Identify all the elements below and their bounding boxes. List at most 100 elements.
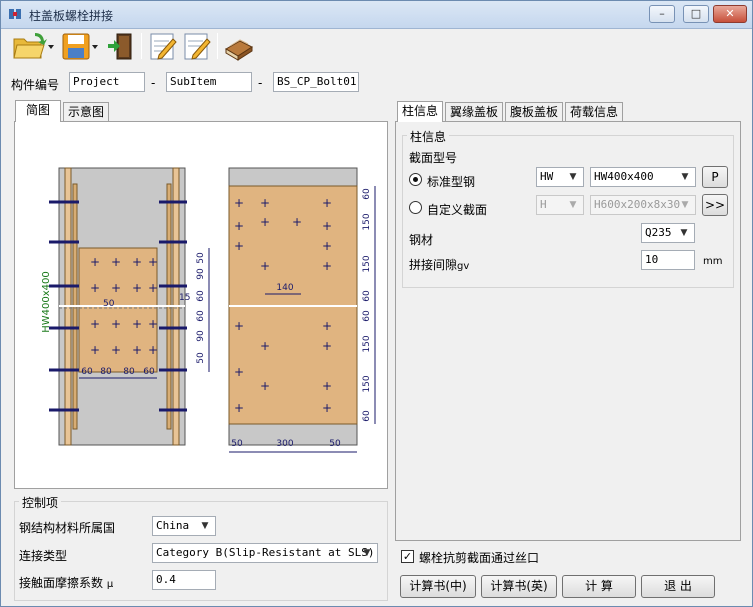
member-name-input[interactable]: BS_CP_Bolt01 (273, 72, 359, 92)
friction-label-text: 接触面摩擦系数 (19, 576, 104, 590)
save-icon[interactable] (59, 31, 103, 61)
shear-thread-label: 螺栓抗剪截面通过丝口 (419, 551, 540, 565)
tab-column-info[interactable]: 柱信息 (397, 101, 443, 122)
main-window: 柱盖板螺栓拼接 – □ ✕ 构件编号 Project - SubItem - B… (0, 0, 753, 607)
side-dim: 15 (179, 293, 190, 303)
svg-text:+: + (234, 239, 244, 253)
custom-section-radio[interactable] (409, 201, 422, 214)
svg-text:+: + (322, 239, 332, 253)
open-folder-icon[interactable] (11, 31, 55, 61)
svg-text:+: + (132, 281, 142, 295)
toolbar (1, 29, 752, 65)
gap-label-text: 拼接间隙 (409, 258, 458, 272)
column-info-group-title: 柱信息 (407, 128, 450, 145)
custom-section-button[interactable]: >> (702, 194, 728, 216)
tab-web-plate[interactable]: 腹板盖板 (505, 102, 563, 122)
svg-text:+: + (111, 281, 121, 295)
section-label: HW400x400 (41, 271, 52, 333)
chevron-down-icon: ▼ (680, 228, 688, 238)
custom-type-select[interactable]: H ▼ (536, 195, 584, 215)
svg-text:+: + (292, 215, 302, 229)
right-vdim-3: 150 (362, 255, 372, 272)
id-separator: - (258, 76, 263, 90)
connection-type-select[interactable]: Category B(Slip-Resistant at SLS) ▼ (152, 543, 378, 563)
gap-unit: mm (703, 256, 723, 267)
edit-document-icon[interactable] (181, 31, 213, 61)
section-type-label: 截面型号 (409, 151, 458, 165)
svg-text:+: + (148, 255, 158, 269)
svg-text:+: + (234, 365, 244, 379)
left-dim-3: 80 (123, 367, 135, 377)
left-vdim-5: 90 (196, 330, 206, 342)
tab-sketch[interactable]: 简图 (15, 100, 61, 122)
close-button[interactable]: ✕ (713, 5, 747, 23)
std-size-select[interactable]: HW400x400 ▼ (590, 167, 696, 187)
shear-thread-checkbox[interactable]: ✓ (401, 550, 414, 563)
svg-text:+: + (322, 379, 332, 393)
right-vdim-4: 60 (362, 290, 372, 302)
svg-text:+: + (234, 219, 244, 233)
drawing-panel: + + + + + + + + + + + + + + + + HW400x400 50 60 80 8… (14, 121, 388, 489)
svg-text:+: + (260, 259, 270, 273)
svg-text:+: + (260, 339, 270, 353)
calculate-button[interactable]: 计 算 (562, 575, 636, 598)
subitem-input[interactable]: SubItem (166, 72, 252, 92)
svg-text:+: + (90, 343, 100, 357)
project-input[interactable]: Project (69, 72, 145, 92)
right-dim-2: 300 (276, 439, 293, 449)
custom-type-value: H (540, 198, 547, 211)
svg-text:+: + (322, 196, 332, 210)
left-dim-2: 80 (100, 367, 112, 377)
toolbar-separator (141, 33, 142, 59)
small-dim: 50 (103, 299, 115, 309)
right-inner-dim: 140 (276, 283, 293, 293)
chevron-down-icon: ▼ (569, 172, 577, 182)
right-vdim-6: 150 (362, 335, 372, 352)
report-en-button[interactable]: 计算书(英) (481, 575, 557, 598)
right-vdim-5: 60 (362, 310, 372, 322)
chevron-down-icon: ▼ (681, 172, 689, 182)
report-cn-button[interactable]: 计算书(中) (400, 575, 476, 598)
svg-text:+: + (111, 255, 121, 269)
steel-select[interactable]: Q235 ▼ (641, 223, 695, 243)
std-size-value: HW400x400 (594, 170, 654, 183)
country-select[interactable]: China ▼ (152, 516, 216, 536)
svg-text:+: + (234, 319, 244, 333)
svg-text:+: + (132, 317, 142, 331)
gap-subscript: gv (457, 261, 470, 272)
help-book-icon[interactable] (223, 31, 255, 61)
svg-text:+: + (260, 215, 270, 229)
exit-door-icon[interactable] (105, 31, 137, 61)
tab-load-info[interactable]: 荷载信息 (565, 102, 623, 122)
standard-section-radio[interactable] (409, 173, 422, 186)
tab-schematic[interactable]: 示意图 (63, 102, 109, 122)
connection-type-label: 连接类型 (19, 549, 68, 563)
exit-button[interactable]: 退 出 (641, 575, 715, 598)
std-type-select[interactable]: HW ▼ (536, 167, 584, 187)
right-vdim-2: 150 (362, 213, 372, 230)
tab-flange-plate[interactable]: 翼缘盖板 (445, 102, 503, 122)
left-vdim-6: 50 (196, 352, 206, 364)
chevron-down-icon: ▼ (569, 200, 577, 210)
custom-size-select[interactable]: H600x200x8x30 ▼ (590, 195, 696, 215)
svg-text:+: + (90, 255, 100, 269)
title-bar: 柱盖板螺栓拼接 – □ ✕ (1, 1, 752, 29)
member-id-label: 构件编号 (11, 78, 60, 92)
right-dim-3: 50 (329, 439, 341, 449)
svg-text:+: + (260, 196, 270, 210)
left-vdim-2: 90 (196, 268, 206, 280)
left-vdim-1: 50 (196, 252, 206, 264)
chevron-down-icon: ▼ (363, 548, 371, 558)
maximize-button[interactable]: □ (683, 5, 709, 23)
custom-size-value: H600x200x8x30 (594, 198, 681, 211)
svg-text:+: + (322, 219, 332, 233)
right-vdim-8: 60 (362, 410, 372, 422)
gap-input[interactable]: 10 (641, 250, 695, 270)
friction-input[interactable]: 0.4 (152, 570, 216, 590)
minimize-button[interactable]: – (649, 5, 675, 23)
edit-notes-icon[interactable] (147, 31, 179, 61)
right-dim-1: 50 (231, 439, 243, 449)
friction-label: 接触面摩擦系数 μ (19, 574, 113, 591)
left-vdim-4: 60 (196, 310, 206, 322)
pick-section-button[interactable]: P (702, 166, 728, 188)
